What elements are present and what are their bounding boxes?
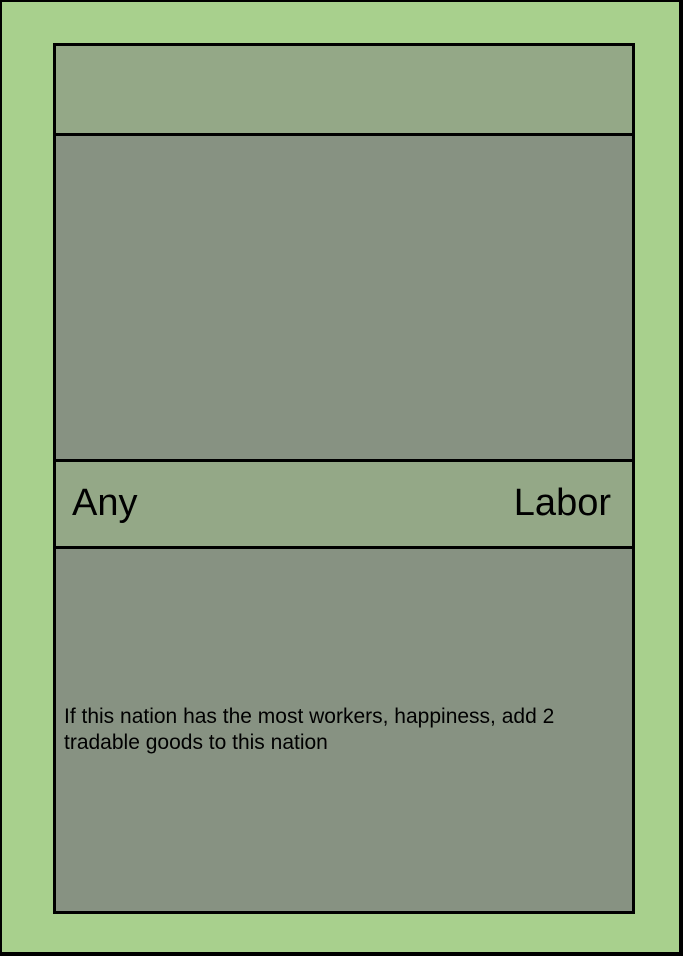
card-type-right: Labor	[513, 482, 611, 524]
card-title-band	[56, 46, 632, 136]
card-type-band: Any Labor	[56, 459, 632, 549]
card: Any Labor If this nation has the most wo…	[0, 0, 683, 956]
card-art-area	[56, 136, 632, 459]
card-effect-text: If this nation has the most workers, hap…	[64, 705, 555, 754]
card-frame: Any Labor If this nation has the most wo…	[53, 43, 635, 914]
card-text-area: If this nation has the most workers, hap…	[56, 549, 632, 911]
card-type-left: Any	[72, 482, 138, 524]
